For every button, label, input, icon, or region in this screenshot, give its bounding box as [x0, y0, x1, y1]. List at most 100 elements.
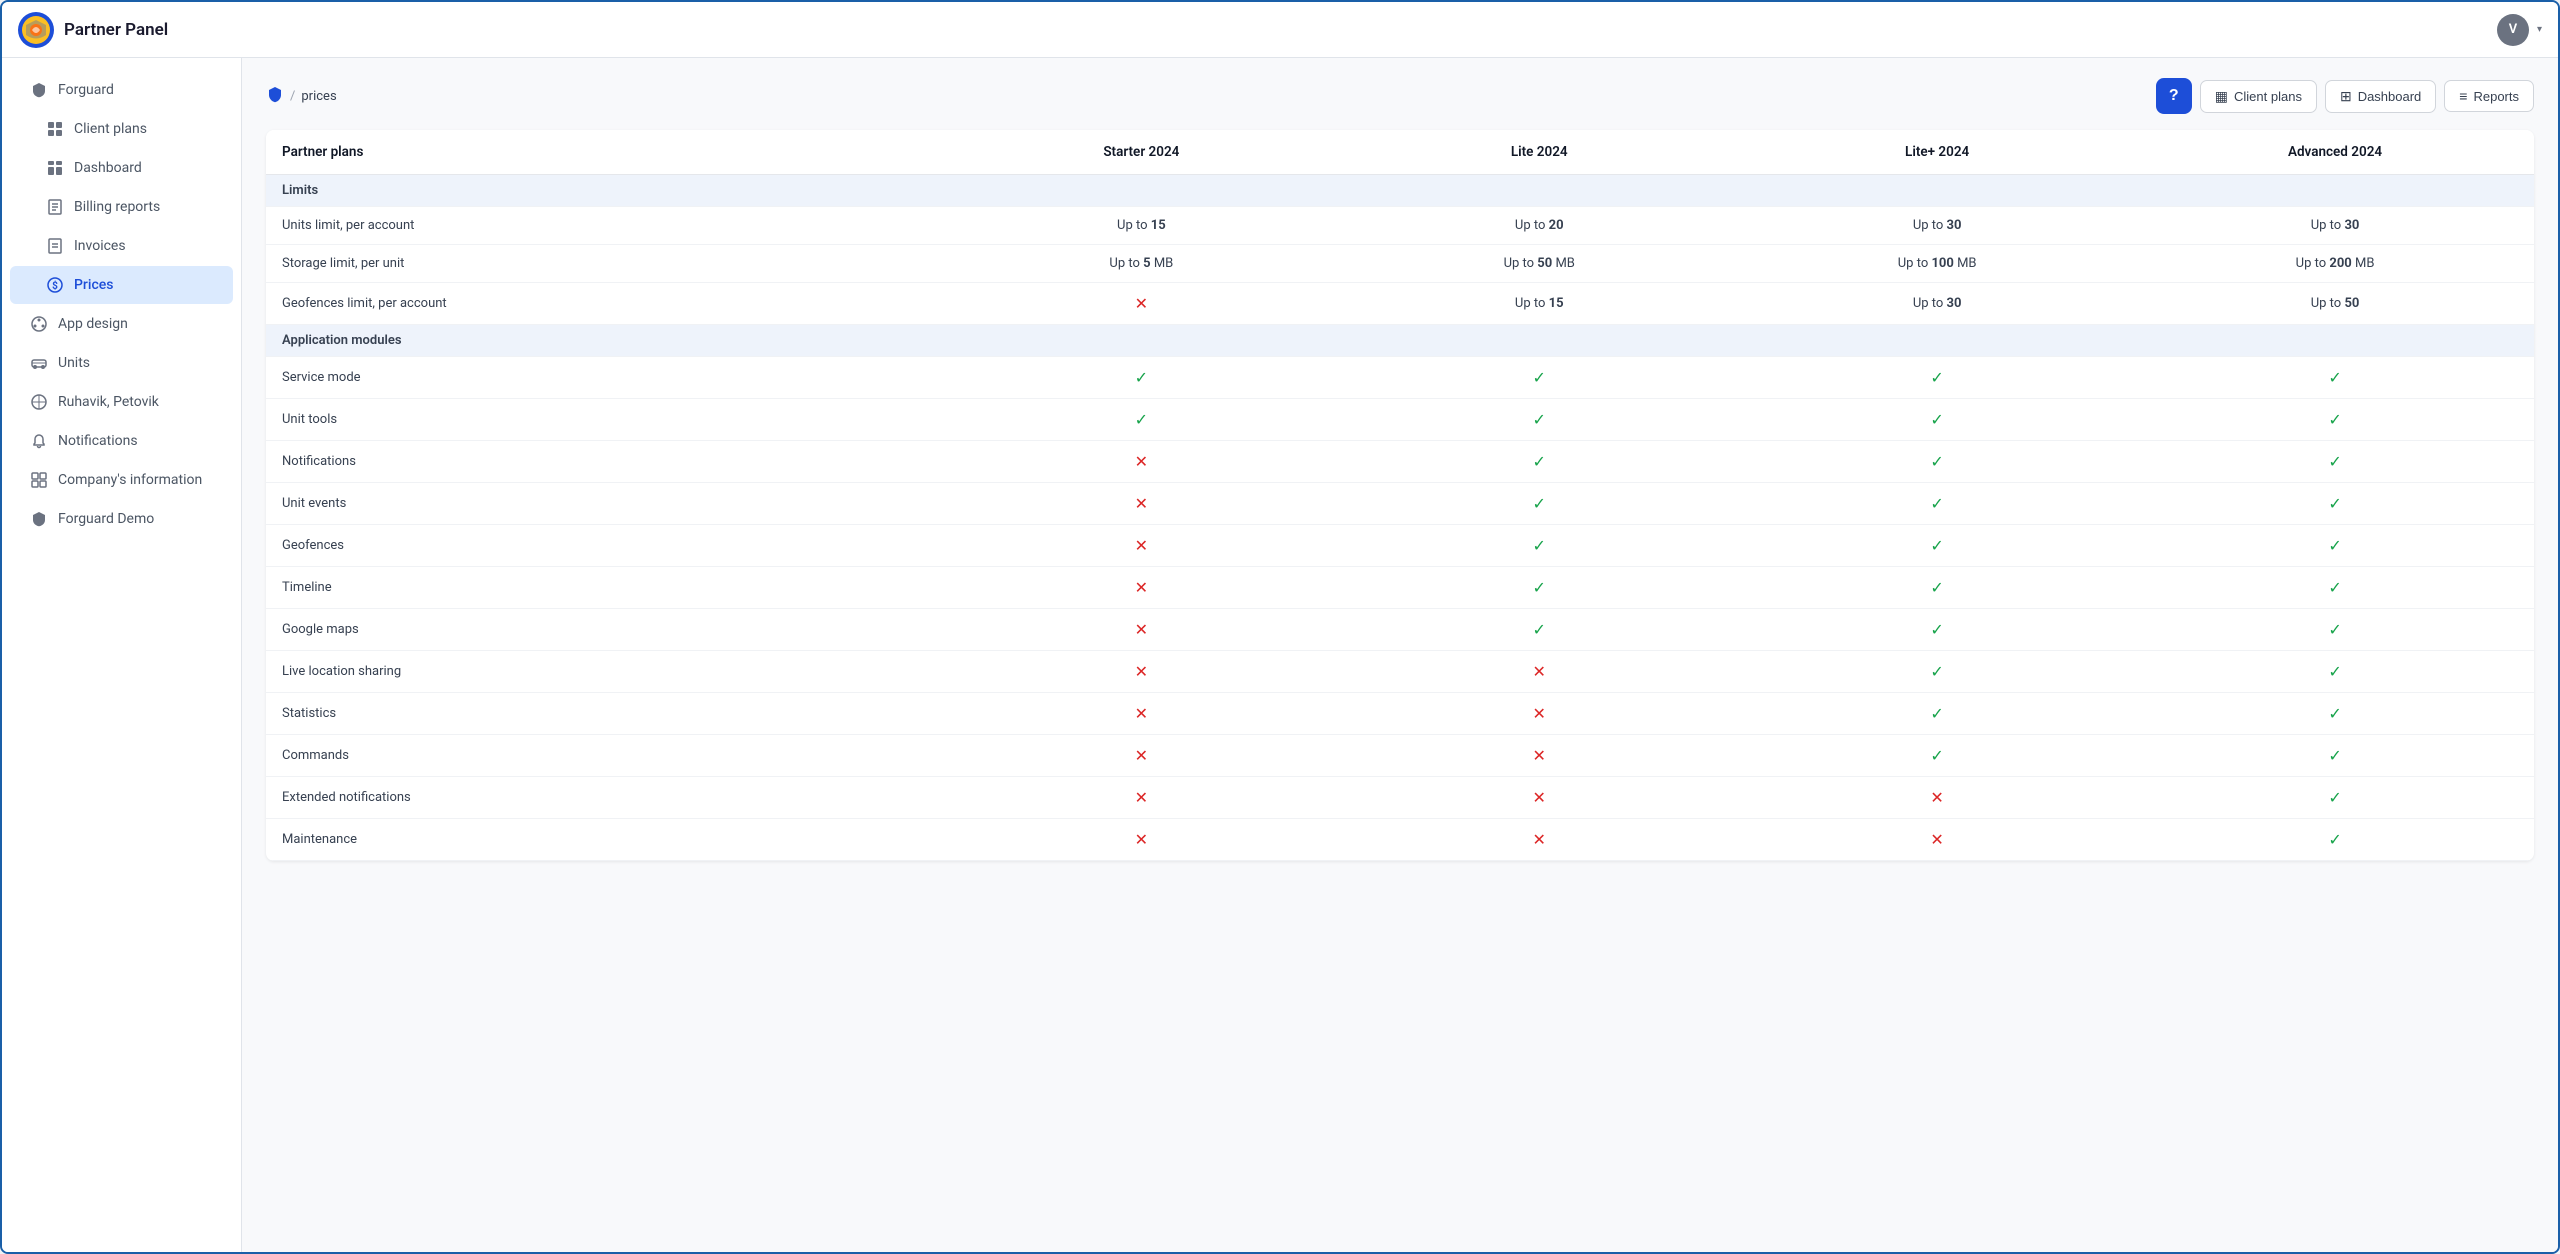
plan-cell-0: ✕ — [942, 483, 1340, 525]
feature-cell: Live location sharing — [266, 651, 942, 693]
col-header-lite-plus: Lite+ 2024 — [1738, 130, 2136, 175]
cross-icon: ✕ — [1135, 704, 1148, 723]
plan-cell-3: ✓ — [2136, 651, 2534, 693]
check-icon: ✓ — [2328, 830, 2341, 849]
sidebar-label-ruhavik: Ruhavik, Petovik — [58, 394, 159, 410]
plan-cell-3: ✓ — [2136, 357, 2534, 399]
reports-label: Reports — [2473, 89, 2519, 104]
cell-value: Up to 50 MB — [1504, 256, 1575, 271]
cell-value: Up to 30 — [1913, 296, 1962, 311]
plan-cell-2: ✓ — [1738, 357, 2136, 399]
table-row: Commands✕✕✓✓ — [266, 735, 2534, 777]
plan-cell-1: ✕ — [1340, 735, 1738, 777]
table-row: Timeline✕✓✓✓ — [266, 567, 2534, 609]
plan-cell-3: ✓ — [2136, 735, 2534, 777]
client-plans-label: Client plans — [2234, 89, 2302, 104]
table-row: Unit events✕✓✓✓ — [266, 483, 2534, 525]
cell-value: Up to 200 MB — [2296, 256, 2375, 271]
plan-cell-0: Up to 15 — [942, 207, 1340, 245]
feature-cell: Notifications — [266, 441, 942, 483]
help-button[interactable]: ? — [2156, 78, 2192, 114]
plan-cell-3: ✓ — [2136, 483, 2534, 525]
check-icon: ✓ — [1135, 410, 1148, 429]
check-icon: ✓ — [1930, 410, 1943, 429]
feature-cell: Google maps — [266, 609, 942, 651]
cross-icon: ✕ — [1135, 578, 1148, 597]
cross-icon: ✕ — [1930, 788, 1943, 807]
table-row: Extended notifications✕✕✕✓ — [266, 777, 2534, 819]
breadcrumb: / prices — [266, 85, 337, 107]
sidebar-icon-notifications — [30, 432, 48, 450]
sidebar-item-company-info[interactable]: Company's information — [10, 461, 233, 499]
sidebar-item-prices[interactable]: $Prices — [10, 266, 233, 304]
sidebar-label-forguard: Forguard — [58, 82, 114, 98]
sidebar-label-invoices: Invoices — [74, 238, 126, 254]
sidebar-item-forguard-demo[interactable]: Forguard Demo — [10, 500, 233, 538]
check-icon: ✓ — [1533, 410, 1546, 429]
plan-cell-1: Up to 20 — [1340, 207, 1738, 245]
body: ForguardClient plansDashboardBilling rep… — [2, 58, 2558, 1252]
client-plans-button[interactable]: ▦ Client plans — [2200, 80, 2317, 113]
sidebar-item-notifications[interactable]: Notifications — [10, 422, 233, 460]
check-icon: ✓ — [1533, 620, 1546, 639]
plan-cell-2: Up to 30 — [1738, 207, 2136, 245]
table-section-row: Limits — [266, 175, 2534, 207]
table-row: Statistics✕✕✓✓ — [266, 693, 2534, 735]
breadcrumb-separator: / — [290, 89, 295, 104]
check-icon: ✓ — [1930, 578, 1943, 597]
sidebar-item-units[interactable]: Units — [10, 344, 233, 382]
plan-cell-0: Up to 5 MB — [942, 245, 1340, 283]
sidebar-icon-billing-reports — [46, 198, 64, 216]
plan-cell-2: ✓ — [1738, 525, 2136, 567]
check-icon: ✓ — [1533, 536, 1546, 555]
check-icon: ✓ — [2328, 578, 2341, 597]
chevron-down-icon[interactable]: ▾ — [2537, 24, 2542, 35]
plan-cell-3: ✓ — [2136, 693, 2534, 735]
plan-cell-3: ✓ — [2136, 777, 2534, 819]
plan-cell-2: ✓ — [1738, 399, 2136, 441]
table-section-row: Application modules — [266, 325, 2534, 357]
cross-icon: ✕ — [1135, 830, 1148, 849]
sidebar-item-billing-reports[interactable]: Billing reports — [10, 188, 233, 226]
main-content: / prices ? ▦ Client plans ⊞ Dashboard — [242, 58, 2558, 1252]
dashboard-label: Dashboard — [2358, 89, 2422, 104]
col-header-feature: Partner plans — [266, 130, 942, 175]
table-row: Unit tools✓✓✓✓ — [266, 399, 2534, 441]
plan-cell-3: ✓ — [2136, 567, 2534, 609]
plan-cell-0: ✕ — [942, 609, 1340, 651]
sidebar-item-app-design[interactable]: App design — [10, 305, 233, 343]
avatar[interactable]: V — [2497, 14, 2529, 46]
sidebar-label-notifications: Notifications — [58, 433, 138, 449]
sidebar-item-forguard[interactable]: Forguard — [10, 71, 233, 109]
col-header-starter: Starter 2024 — [942, 130, 1340, 175]
sidebar-icon-dashboard — [46, 159, 64, 177]
plan-cell-1: ✓ — [1340, 441, 1738, 483]
plan-cell-1: ✕ — [1340, 777, 1738, 819]
cross-icon: ✕ — [1533, 830, 1546, 849]
check-icon: ✓ — [2328, 620, 2341, 639]
sidebar-item-invoices[interactable]: Invoices — [10, 227, 233, 265]
sidebar-item-dashboard[interactable]: Dashboard — [10, 149, 233, 187]
cell-value: Up to 50 — [2311, 296, 2360, 311]
plan-cell-1: ✕ — [1340, 693, 1738, 735]
dashboard-icon: ⊞ — [2340, 88, 2352, 105]
header: Partner Panel V ▾ — [2, 2, 2558, 58]
plan-cell-1: Up to 50 MB — [1340, 245, 1738, 283]
dashboard-button[interactable]: ⊞ Dashboard — [2325, 80, 2436, 113]
feature-cell: Units limit, per account — [266, 207, 942, 245]
sidebar-icon-ruhavik — [30, 393, 48, 411]
plan-cell-0: ✕ — [942, 777, 1340, 819]
check-icon: ✓ — [2328, 410, 2341, 429]
plan-cell-1: ✕ — [1340, 651, 1738, 693]
table-row: Geofences limit, per account✕Up to 15Up … — [266, 283, 2534, 325]
col-header-lite: Lite 2024 — [1340, 130, 1738, 175]
feature-cell: Commands — [266, 735, 942, 777]
check-icon: ✓ — [1930, 704, 1943, 723]
plan-cell-2: ✓ — [1738, 567, 2136, 609]
sidebar-item-ruhavik[interactable]: Ruhavik, Petovik — [10, 383, 233, 421]
plan-cell-2: ✕ — [1738, 777, 2136, 819]
reports-icon: ≡ — [2459, 88, 2467, 104]
sidebar-item-client-plans[interactable]: Client plans — [10, 110, 233, 148]
reports-button[interactable]: ≡ Reports — [2444, 80, 2534, 112]
table-header-row: Partner plans Starter 2024 Lite 2024 Lit… — [266, 130, 2534, 175]
